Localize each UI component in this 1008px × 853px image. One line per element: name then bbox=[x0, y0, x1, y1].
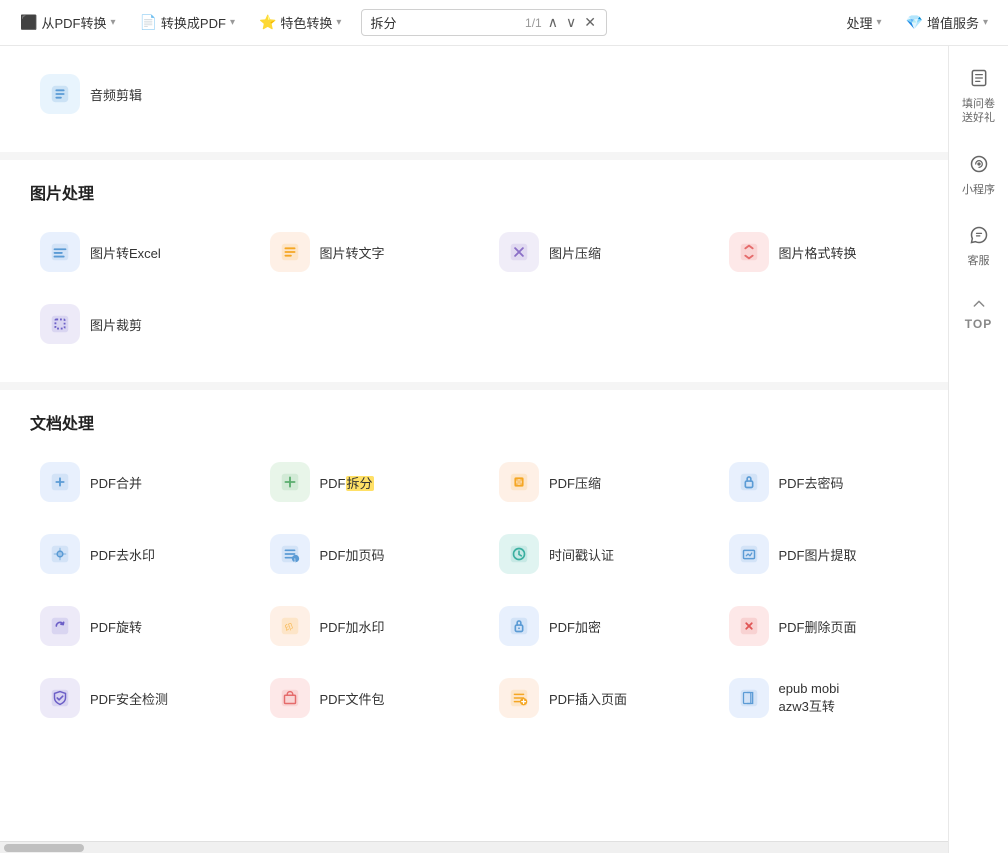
tool-img-format[interactable]: 图片格式转换 bbox=[719, 224, 929, 280]
tool-pdf-page-num[interactable]: 1 PDF加页码 bbox=[260, 526, 470, 582]
from-pdf-chevron: ▾ bbox=[110, 17, 115, 28]
special-convert-label: 特色转换 bbox=[280, 13, 332, 32]
audio-tool-grid: 音频剪辑 bbox=[30, 66, 928, 122]
tool-pdf-merge-label: PDF合并 bbox=[90, 473, 142, 492]
to-pdf-chevron: ▾ bbox=[230, 17, 235, 28]
tool-audio-cut-label: 音频剪辑 bbox=[90, 85, 142, 104]
tool-pdf-page-num-label: PDF加页码 bbox=[320, 545, 385, 564]
toolbar-from-pdf[interactable]: ⬛ 从PDF转换 ▾ bbox=[8, 7, 127, 38]
to-pdf-label: 转换成PDF bbox=[161, 13, 226, 32]
tool-pdf-compress-label: PDF压缩 bbox=[549, 473, 601, 492]
divider-1 bbox=[0, 152, 958, 160]
right-panel-service[interactable]: 客服 bbox=[952, 219, 1006, 274]
tool-pdf-insert-page[interactable]: PDF插入页面 bbox=[489, 670, 699, 726]
tool-pdf-insert-page-label: PDF插入页面 bbox=[549, 689, 627, 708]
value-service-label: 增值服务 bbox=[927, 13, 979, 32]
top-label: TOP bbox=[965, 317, 992, 331]
process-chevron: ▾ bbox=[877, 17, 882, 28]
tool-audio-cut[interactable]: 音频剪辑 bbox=[30, 66, 240, 122]
toolbar-value-service[interactable]: 💎 增值服务 ▾ bbox=[894, 7, 1000, 38]
tool-pdf-merge[interactable]: PDF合并 bbox=[30, 454, 240, 510]
tool-pdf-decrypt[interactable]: PDF去密码 bbox=[719, 454, 929, 510]
search-close-button[interactable]: ✕ bbox=[582, 14, 598, 31]
scrollbar-thumb[interactable] bbox=[4, 844, 84, 852]
tool-img-format-label: 图片格式转换 bbox=[779, 243, 857, 262]
service-icon bbox=[969, 225, 989, 250]
tool-img-crop-label: 图片裁剪 bbox=[90, 315, 142, 334]
tool-timestamp-label: 时间戳认证 bbox=[549, 545, 614, 564]
tool-pdf-compress[interactable]: PDF压缩 bbox=[489, 454, 699, 510]
right-panel-miniapp[interactable]: 小程序 bbox=[952, 148, 1006, 203]
section-doc-processing: 文档处理 PDF合并 bbox=[30, 410, 928, 726]
search-nav: 1/1 ∧ ∨ ✕ bbox=[525, 14, 598, 31]
tool-epub-mobi[interactable]: epub mobi azw3互转 bbox=[719, 670, 929, 726]
special-convert-chevron: ▾ bbox=[336, 17, 341, 28]
miniapp-label: 小程序 bbox=[962, 183, 995, 197]
right-panel: 填问卷送好礼 小程序 客服 TOP bbox=[948, 46, 1008, 853]
tool-pdf-decrypt-label: PDF去密码 bbox=[779, 473, 844, 492]
top-arrow-icon bbox=[971, 296, 987, 315]
tool-img-to-excel[interactable]: 图片转Excel bbox=[30, 224, 240, 280]
right-panel-survey[interactable]: 填问卷送好礼 bbox=[952, 62, 1006, 132]
tool-pdf-package[interactable]: PDF文件包 bbox=[260, 670, 470, 726]
tool-pdf-encrypt[interactable]: PDF加密 bbox=[489, 598, 699, 654]
toolbar: ⬛ 从PDF转换 ▾ 📄 转换成PDF ▾ ⭐ 特色转换 ▾ 1/1 ∧ ∨ ✕… bbox=[0, 0, 1008, 46]
main-content: 音频剪辑 图片处理 图片转Excel bbox=[0, 46, 1008, 853]
section-audio: 音频剪辑 bbox=[30, 66, 928, 122]
tool-pdf-img-extract[interactable]: PDF图片提取 bbox=[719, 526, 929, 582]
search-next-button[interactable]: ∨ bbox=[564, 14, 578, 31]
doc-section-title: 文档处理 bbox=[30, 410, 928, 434]
tool-pdf-split[interactable]: PDF拆分 bbox=[260, 454, 470, 510]
top-button[interactable]: TOP bbox=[952, 290, 1006, 337]
tool-timestamp[interactable]: 时间戳认证 bbox=[489, 526, 699, 582]
tool-pdf-security-label: PDF安全检测 bbox=[90, 689, 168, 708]
toolbar-process[interactable]: 处理 ▾ bbox=[834, 7, 893, 38]
section-image-processing: 图片处理 图片转Excel bbox=[30, 180, 928, 352]
tool-pdf-rotate-label: PDF旋转 bbox=[90, 617, 142, 636]
split-highlight: 拆分 bbox=[346, 476, 374, 491]
search-bar: 1/1 ∧ ∨ ✕ bbox=[361, 9, 607, 36]
tool-pdf-remove-watermark-label: PDF去水印 bbox=[90, 545, 155, 564]
value-service-chevron: ▾ bbox=[983, 17, 988, 28]
process-label: 处理 bbox=[846, 13, 872, 32]
divider-2 bbox=[0, 382, 958, 390]
toolbar-special-convert[interactable]: ⭐ 特色转换 ▾ bbox=[247, 7, 353, 38]
tool-img-crop[interactable]: 图片裁剪 bbox=[30, 296, 240, 352]
toolbar-to-pdf[interactable]: 📄 转换成PDF ▾ bbox=[127, 7, 246, 38]
tool-pdf-add-watermark[interactable]: 印 PDF加水印 bbox=[260, 598, 470, 654]
image-tool-grid: 图片转Excel 图片转文字 bbox=[30, 224, 928, 352]
survey-label: 填问卷送好礼 bbox=[962, 97, 995, 126]
tool-img-excel-label: 图片转Excel bbox=[90, 243, 161, 262]
tool-img-text-label: 图片转文字 bbox=[320, 243, 385, 262]
tool-img-compress[interactable]: 图片压缩 bbox=[489, 224, 699, 280]
tool-pdf-delete-page-label: PDF删除页面 bbox=[779, 617, 857, 636]
image-section-title: 图片处理 bbox=[30, 180, 928, 204]
tool-pdf-remove-watermark[interactable]: PDF去水印 bbox=[30, 526, 240, 582]
tool-pdf-add-watermark-label: PDF加水印 bbox=[320, 617, 385, 636]
search-counter: 1/1 bbox=[525, 16, 542, 30]
tool-pdf-package-label: PDF文件包 bbox=[320, 689, 385, 708]
service-label: 客服 bbox=[968, 254, 990, 268]
tool-epub-mobi-label: epub mobi azw3互转 bbox=[779, 681, 840, 715]
tool-pdf-encrypt-label: PDF加密 bbox=[549, 617, 601, 636]
tool-pdf-rotate[interactable]: PDF旋转 bbox=[30, 598, 240, 654]
doc-tool-grid: PDF合并 PDF拆分 bbox=[30, 454, 928, 726]
tool-pdf-img-extract-label: PDF图片提取 bbox=[779, 545, 857, 564]
from-pdf-label: 从PDF转换 bbox=[41, 13, 106, 32]
search-input[interactable] bbox=[370, 15, 517, 30]
tool-img-to-text[interactable]: 图片转文字 bbox=[260, 224, 470, 280]
tool-pdf-delete-page[interactable]: PDF删除页面 bbox=[719, 598, 929, 654]
tool-pdf-split-label: PDF拆分 bbox=[320, 473, 374, 492]
horizontal-scrollbar[interactable] bbox=[0, 841, 948, 853]
survey-icon bbox=[969, 68, 989, 93]
tool-pdf-security[interactable]: PDF安全检测 bbox=[30, 670, 240, 726]
search-prev-button[interactable]: ∧ bbox=[546, 14, 560, 31]
tool-img-compress-label: 图片压缩 bbox=[549, 243, 601, 262]
miniapp-icon bbox=[969, 154, 989, 179]
